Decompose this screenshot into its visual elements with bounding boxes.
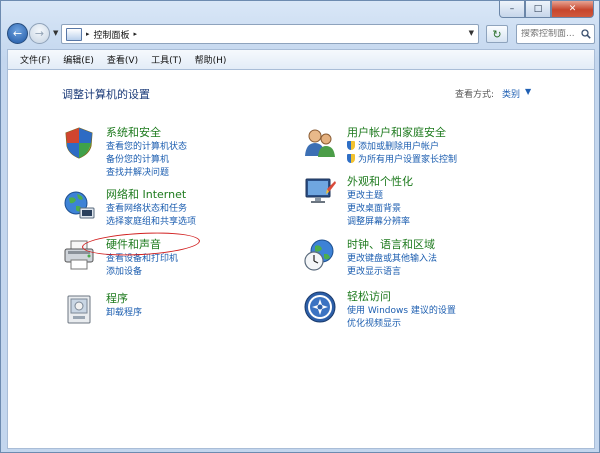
programs-box-icon[interactable]	[62, 292, 96, 326]
link-view-computer-status[interactable]: 查看您的计算机状态	[106, 139, 187, 152]
link-troubleshoot[interactable]: 查找并解决问题	[106, 165, 169, 178]
address-dropdown-icon[interactable]: ▼	[469, 29, 474, 37]
link-screen-resolution[interactable]: 调整屏幕分辨率	[347, 214, 410, 227]
navigation-bar: ← → ▼ ▸ 控制面板 ▸ ▼ ↻	[1, 21, 600, 47]
link-homegroup-sharing[interactable]: 选择家庭组和共享选项	[106, 214, 196, 227]
category-title[interactable]: 用户帐户和家庭安全	[347, 124, 446, 140]
menu-bar: 文件(F) 编辑(E) 查看(V) 工具(T) 帮助(H)	[7, 49, 595, 69]
category-title[interactable]: 程序	[106, 290, 128, 306]
network-globe-icon[interactable]	[62, 188, 96, 222]
link-display-language[interactable]: 更改显示语言	[347, 264, 401, 277]
ease-of-access-icon[interactable]	[303, 290, 337, 324]
clock-globe-icon[interactable]	[303, 238, 337, 272]
uac-shield-icon	[347, 141, 355, 150]
system-security-shield-icon[interactable]	[62, 126, 96, 160]
menu-help[interactable]: 帮助(H)	[195, 53, 227, 66]
forward-button[interactable]: →	[29, 23, 50, 44]
search-input[interactable]	[521, 29, 583, 39]
control-panel-content: 调整计算机的设置 查看方式: 类别 ▼ 系统和安全 查看您的计算机状态 备份您的…	[7, 69, 595, 449]
page-title: 调整计算机的设置	[62, 88, 150, 101]
link-add-device[interactable]: 添加设备	[106, 264, 142, 277]
recent-pages-dropdown-icon[interactable]: ▼	[53, 29, 58, 37]
breadcrumb-control-panel[interactable]: 控制面板	[94, 28, 130, 41]
close-button[interactable]: ✕	[551, 1, 594, 18]
breadcrumb-separator-icon[interactable]: ▸	[134, 30, 138, 38]
menu-tools[interactable]: 工具(T)	[151, 53, 182, 66]
maximize-button[interactable]: □	[525, 1, 551, 18]
category-title[interactable]: 网络和 Internet	[106, 186, 186, 202]
minimize-button[interactable]: –	[499, 1, 525, 18]
view-by-dropdown-icon[interactable]: ▼	[525, 87, 531, 96]
view-by-dropdown[interactable]: 类别	[502, 87, 520, 100]
category-title[interactable]: 系统和安全	[106, 124, 161, 140]
category-title[interactable]: 外观和个性化	[347, 173, 413, 189]
link-backup-computer[interactable]: 备份您的计算机	[106, 152, 169, 165]
link-add-remove-accounts[interactable]: 添加或删除用户帐户	[347, 139, 439, 152]
menu-view[interactable]: 查看(V)	[107, 53, 138, 66]
uac-shield-icon	[347, 154, 355, 163]
breadcrumb-separator-icon[interactable]: ▸	[86, 30, 90, 38]
refresh-icon: ↻	[492, 27, 502, 41]
link-uninstall-program[interactable]: 卸载程序	[106, 305, 142, 318]
search-box[interactable]	[516, 24, 595, 44]
refresh-button[interactable]: ↻	[486, 25, 508, 43]
address-bar[interactable]: ▸ 控制面板 ▸ ▼	[61, 24, 479, 44]
link-network-status[interactable]: 查看网络状态和任务	[106, 201, 187, 214]
control-panel-window: – □ ✕ ← → ▼ ▸ 控制面板 ▸ ▼ ↻ 文件(F) 编辑(E) 查看	[0, 0, 600, 453]
annotation-ellipse	[81, 229, 201, 259]
back-button[interactable]: ←	[7, 23, 28, 44]
search-icon[interactable]	[581, 29, 591, 39]
link-optimize-video-display[interactable]: 优化视频显示	[347, 316, 401, 329]
link-desktop-background[interactable]: 更改桌面背景	[347, 201, 401, 214]
link-change-theme[interactable]: 更改主题	[347, 188, 383, 201]
personalization-monitor-icon[interactable]	[303, 175, 337, 209]
control-panel-icon	[66, 27, 82, 41]
user-accounts-icon[interactable]	[303, 126, 337, 160]
menu-file[interactable]: 文件(F)	[20, 53, 50, 66]
view-by-label: 查看方式:	[455, 90, 495, 100]
category-title[interactable]: 时钟、语言和区域	[347, 236, 435, 252]
link-parental-controls[interactable]: 为所有用户设置家长控制	[347, 152, 457, 165]
caption-buttons: – □ ✕	[499, 1, 594, 18]
link-windows-recommended-settings[interactable]: 使用 Windows 建议的设置	[347, 303, 456, 316]
link-keyboard-input[interactable]: 更改键盘或其他输入法	[347, 251, 437, 264]
menu-edit[interactable]: 编辑(E)	[63, 53, 94, 66]
category-title[interactable]: 轻松访问	[347, 288, 391, 304]
